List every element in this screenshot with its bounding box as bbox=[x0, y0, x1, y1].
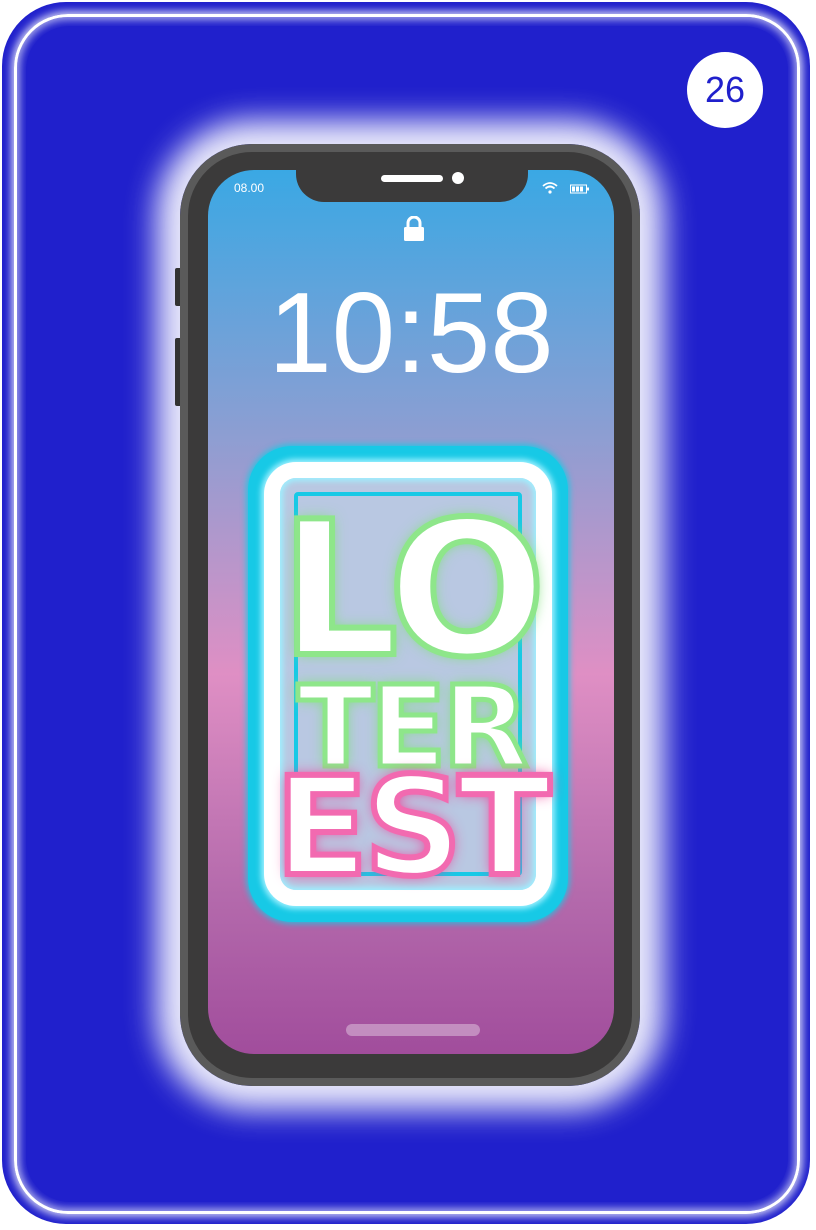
lock-icon bbox=[404, 216, 424, 241]
speaker-grille bbox=[381, 175, 443, 182]
front-camera bbox=[452, 172, 464, 184]
home-indicator[interactable] bbox=[346, 1024, 480, 1036]
card-number-badge: 26 bbox=[687, 52, 763, 128]
lock-screen-clock: 10:58 bbox=[268, 270, 554, 397]
wifi-icon bbox=[542, 182, 558, 194]
status-bar-time: 08.00 bbox=[234, 181, 265, 195]
artwork-line-lo: LO bbox=[277, 481, 549, 698]
battery-icon bbox=[570, 184, 589, 194]
artwork-line-est: EST bbox=[272, 749, 554, 907]
